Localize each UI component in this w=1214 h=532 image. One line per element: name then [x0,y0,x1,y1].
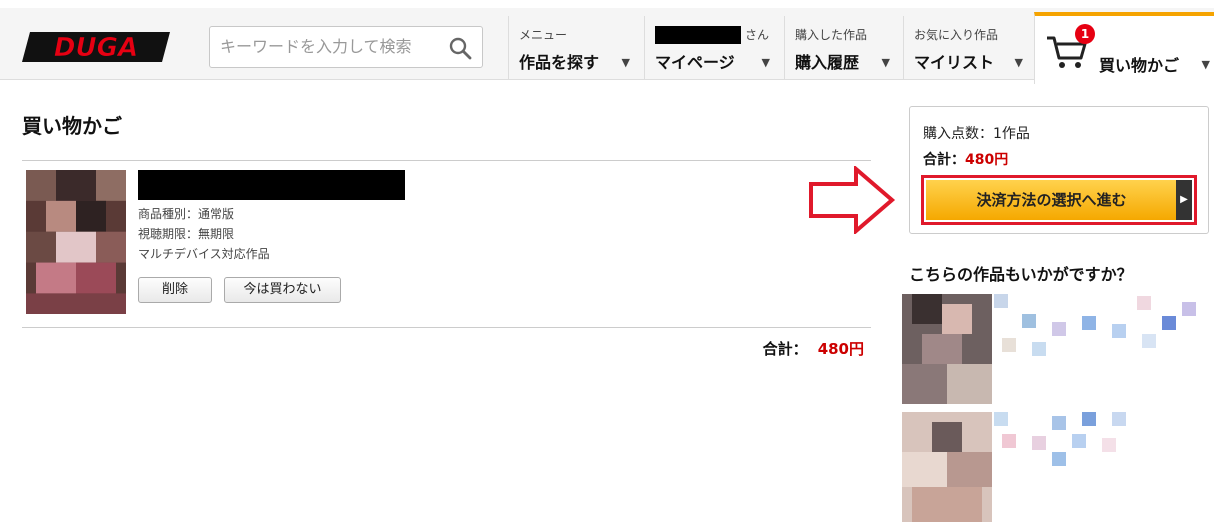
save-for-later-button[interactable]: 今は買わない [224,277,341,303]
nav-history-label: 購入履歴 [795,53,860,72]
nav-history-caption: 購入した作品 [795,28,868,42]
recommended-item[interactable] [902,412,1214,522]
nav-menu-label: 作品を探す [519,53,600,72]
chevron-down-icon: ▼ [1201,58,1210,71]
nav-mypage-label: マイページ [655,53,735,72]
duga-logo[interactable]: DUGA [22,30,172,64]
chevron-down-icon: ▼ [761,56,770,69]
logo-text: DUGA [54,33,138,63]
page-title: 買い物かご [22,114,122,138]
purchase-count: 購入点数：1作品 [923,126,1030,142]
proceed-to-payment-button[interactable]: 決済方法の選択へ進む [926,180,1177,220]
play-icon[interactable]: ▶ [1176,180,1192,220]
delete-button[interactable]: 削除 [138,277,212,303]
nav-history[interactable]: 購入した作品 購入履歴 ▼ [784,16,898,80]
search-icon[interactable] [448,36,472,60]
site-header: DUGA メニュー 作品を探す ▼ さん マイページ ▼ 購入した作品 購入履歴… [0,0,1214,84]
recommend-title: こちらの作品もいかがですか？ [909,265,1133,284]
nav-mypage[interactable]: さん マイページ ▼ [644,16,778,80]
divider [22,327,871,328]
item-type: 商品種別：通常版 [138,207,235,221]
user-suffix: さん [745,28,770,42]
divider [22,160,871,161]
sidebar-total-amount: 480円 [965,152,1009,168]
username-redacted [655,26,741,44]
nav-mylist-caption: お気に入り作品 [914,28,999,42]
cart-count-badge: 1 [1075,24,1095,44]
item-period: 視聴期限：無期限 [138,227,235,241]
total-amount: 480円 [817,340,864,358]
checkout-box: 購入点数：1作品 合計：480円 決済方法の選択へ進む ▶ [909,106,1209,234]
chevron-down-icon: ▼ [621,56,630,69]
nav-menu[interactable]: メニュー 作品を探す ▼ [508,16,638,80]
recommended-item[interactable] [902,294,1214,404]
nav-mylist-label: マイリスト [914,53,995,72]
item-thumbnail[interactable] [26,170,126,314]
sidebar-total: 合計：480円 [923,149,1008,169]
arrow-right-icon [809,166,896,234]
search-input[interactable] [220,37,440,56]
nav-cart-label: 買い物かご [1099,56,1180,75]
chevron-down-icon: ▼ [1014,56,1023,69]
nav-cart[interactable]: 1 買い物かご ▼ [1034,12,1214,84]
sidebar-total-label: 合計： [923,152,965,168]
cart-total: 合計： 480円 [763,338,864,359]
item-title-redacted[interactable] [138,170,405,200]
nav-mylist[interactable]: お気に入り作品 マイリスト ▼ [903,16,1031,80]
chevron-down-icon: ▼ [881,56,890,69]
total-label: 合計： [762,340,808,358]
proceed-highlight: 決済方法の選択へ進む ▶ [921,175,1197,225]
search-box [209,26,483,68]
item-device: マルチデバイス対応作品 [138,247,270,261]
nav-menu-caption: メニュー [519,28,568,42]
